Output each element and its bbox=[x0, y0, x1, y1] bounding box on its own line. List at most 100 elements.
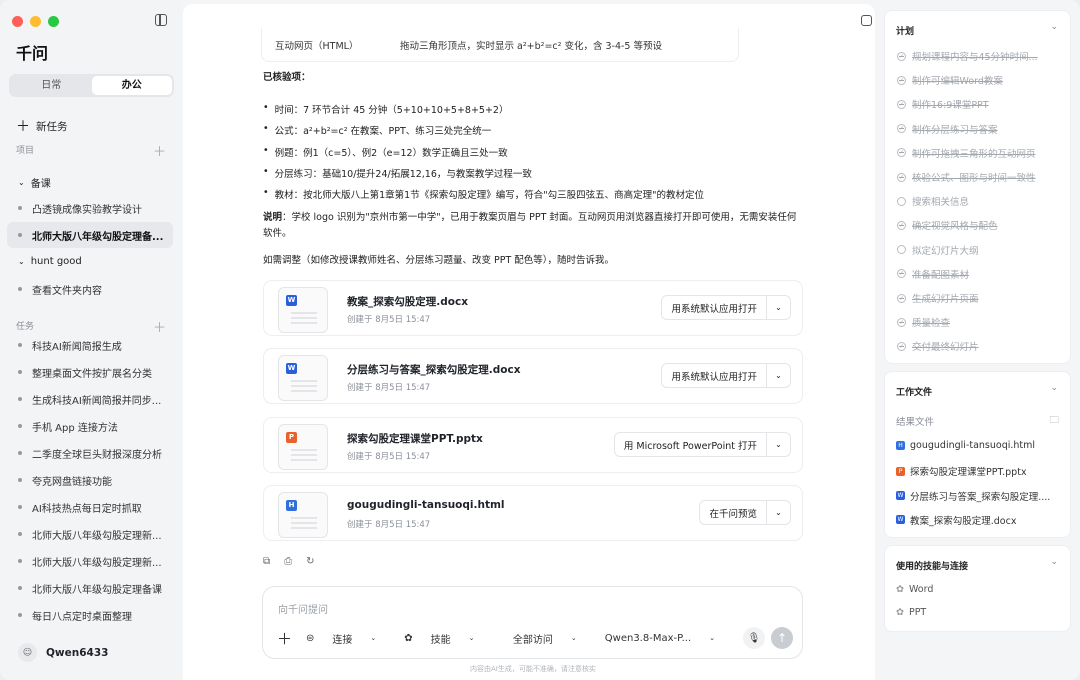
plus-icon: ＋ bbox=[16, 119, 30, 135]
plan-step-label: 拟定幻灯片大纲 bbox=[912, 245, 979, 257]
project-item-active[interactable]: 北师大版八年级勾股定理备... bbox=[7, 222, 173, 248]
result-file-item[interactable]: W 分层练习与答案_探索勾股定理.... bbox=[896, 489, 1050, 503]
file-card[interactable]: W 分层练习与答案_探索勾股定理.docx 创建于 8月5日 15:47 用系统默认应… bbox=[263, 348, 803, 404]
word-file-icon: W bbox=[896, 491, 905, 501]
note-paragraph: 说明：学校 logo 识别为"京州市第一中学"，已用于教案页眉与 PPT 封面。… bbox=[263, 210, 803, 242]
tab-daily[interactable]: 日常 bbox=[11, 76, 92, 95]
task-item[interactable]: 北师大版八年级勾股定理新... bbox=[7, 521, 173, 547]
note-text: ：学校 logo 识别为"京州市第一中学"，已用于教案页眉与 PPT 封面。互动… bbox=[263, 212, 797, 239]
plan-step: ✓ 质量检查 bbox=[897, 315, 950, 329]
open-file-button[interactable]: 在千问预览 ⌄ bbox=[699, 500, 791, 525]
refresh-icon[interactable]: ↻ bbox=[306, 556, 314, 567]
send-button[interactable]: ↑ bbox=[771, 627, 793, 649]
task-item[interactable]: 每日八点定时桌面整理 bbox=[7, 602, 173, 628]
new-task-button[interactable]: ＋ 新任务 bbox=[16, 116, 68, 136]
task-item[interactable]: 生成科技AI新闻简报并同步... bbox=[7, 386, 173, 412]
html-file-icon: H bbox=[286, 500, 297, 511]
result-file-item[interactable]: W 教案_探索勾股定理.docx bbox=[896, 513, 1016, 527]
skill-item: ✿ PPT bbox=[896, 607, 926, 618]
bullet-dot bbox=[18, 451, 22, 455]
item-label: 凸透镜成像实验教学设计 bbox=[32, 204, 142, 216]
chevron-down-icon[interactable]: ⌄ bbox=[1050, 557, 1058, 567]
file-card[interactable]: W 教案_探索勾股定理.docx 创建于 8月5日 15:47 用系统默认应用打开 ⌄ bbox=[263, 280, 803, 336]
empty-circle-icon bbox=[897, 196, 906, 206]
chat-input[interactable]: 向千问提问 bbox=[278, 601, 328, 616]
puzzle-icon: ✿ bbox=[896, 584, 904, 595]
chevron-down-icon[interactable]: ⌄ bbox=[766, 501, 790, 524]
connect-button[interactable]: ⊜ 连接 ⌄ bbox=[306, 631, 390, 646]
skill-label: PPT bbox=[908, 607, 927, 618]
plan-step-label: 质量检查 bbox=[912, 318, 951, 330]
chevron-down-icon[interactable]: ⌄ bbox=[1050, 22, 1058, 32]
bullet-dot: • bbox=[263, 102, 269, 113]
plan-step-label: 制作可拖拽三角形的互动网页 bbox=[912, 148, 1036, 160]
plan-step: ✓ 确定视觉风格与配色 bbox=[897, 218, 998, 232]
user-profile[interactable]: ☺ Qwen6433 bbox=[18, 643, 108, 662]
access-dropdown[interactable]: 全部访问 ⌄ bbox=[513, 631, 591, 646]
open-file-button[interactable]: 用系统默认应用打开 ⌄ bbox=[661, 295, 791, 320]
download-icon[interactable]: ⎙ bbox=[284, 556, 292, 567]
check-circle-icon: ✓ bbox=[897, 293, 906, 303]
task-item[interactable]: 夸克网盘链接功能 bbox=[7, 467, 173, 493]
project-group-hunt[interactable]: ⌄ hunt good bbox=[18, 256, 82, 267]
plan-step: ✓ 制作可编辑Word教案 bbox=[897, 73, 1003, 87]
task-item[interactable]: 手机 App 连接方法 bbox=[7, 413, 173, 439]
app-window: 千问 日常 办公 ＋ 新任务 项目 ＋ ⌄ 备课 凸透镜成像实验教学设计 北师大版八年… bbox=[0, 0, 1080, 680]
task-item[interactable]: 北师大版八年级勾股定理新... bbox=[7, 548, 173, 574]
note-label: 说明 bbox=[263, 212, 283, 223]
open-file-button[interactable]: 用系统默认应用打开 ⌄ bbox=[661, 363, 791, 388]
tasks-label: 任务 bbox=[16, 322, 35, 332]
skill-label: Word bbox=[908, 584, 934, 595]
chevron-down-icon[interactable]: ⌄ bbox=[766, 364, 790, 387]
task-label: 北师大版八年级勾股定理新... bbox=[32, 530, 162, 542]
ppt-file-icon: P bbox=[286, 432, 297, 443]
new-task-label: 新任务 bbox=[36, 120, 68, 133]
file-card[interactable]: Hgougudingli-tansuoqi.html 创建于 8月5日 15:47… bbox=[263, 485, 803, 541]
project-item[interactable]: 查看文件夹内容 bbox=[7, 276, 173, 302]
table-cell: 拖动三角形顶点，实时显示 a²+b²=c² 变化，含 3-4-5 等预设 bbox=[400, 40, 662, 52]
copy-icon[interactable]: ⧉ bbox=[263, 556, 270, 567]
task-item[interactable]: 科技AI新闻简报生成 bbox=[7, 332, 173, 358]
minimize-window-button[interactable] bbox=[30, 16, 41, 27]
task-item[interactable]: 整理桌面文件按扩展名分类 bbox=[7, 359, 173, 385]
bullet-text: 公式：a²+b²=c² 在教案、PPT、练习三处完全统一 bbox=[274, 126, 492, 138]
file-card[interactable]: P 探索勾股定理课堂PPT.pptx 创建于 8月5日 15:47 用 Microso… bbox=[263, 417, 803, 473]
close-window-button[interactable] bbox=[12, 16, 23, 27]
tab-office[interactable]: 办公 bbox=[91, 76, 172, 95]
open-file-button[interactable]: 用 Microsoft PowerPoint 打开 ⌄ bbox=[613, 432, 791, 457]
task-label: 北师大版八年级勾股定理新... bbox=[32, 557, 162, 569]
microphone-icon[interactable]: 🎙 bbox=[743, 627, 765, 649]
sidebar-toggle-icon[interactable] bbox=[155, 14, 167, 26]
chevron-down-icon[interactable]: ⌄ bbox=[1050, 383, 1058, 393]
skills-button[interactable]: ✿ 技能 ⌄ bbox=[404, 631, 488, 646]
project-item[interactable]: 凸透镜成像实验教学设计 bbox=[7, 195, 173, 221]
plan-step-label: 准备配图素材 bbox=[912, 269, 970, 281]
chevron-down-icon[interactable]: ⌄ bbox=[766, 433, 790, 456]
input-toolbar: ＋ ⊜ 连接 ⌄ ✿ 技能 ⌄ 全部访问 ⌄ Qwen3.8-Max-P... ⌄ 🎙 ↑ bbox=[277, 627, 793, 649]
plan-step-label: 制作16:9课堂PPT bbox=[912, 100, 989, 112]
item-label: 查看文件夹内容 bbox=[32, 285, 102, 297]
result-file-item[interactable]: P 探索勾股定理课堂PPT.pptx bbox=[896, 464, 1027, 478]
task-item[interactable]: 北师大版八年级勾股定理备课 bbox=[7, 575, 173, 601]
chevron-down-icon[interactable]: ⌄ bbox=[766, 296, 790, 319]
bullet-dot bbox=[18, 559, 22, 563]
model-dropdown[interactable]: Qwen3.8-Max-P... ⌄ bbox=[605, 633, 729, 644]
task-item[interactable]: 二季度全球巨头财报深度分析 bbox=[7, 440, 173, 466]
zoom-window-button[interactable] bbox=[48, 16, 59, 27]
plan-step-label: 搜索相关信息 bbox=[912, 197, 970, 209]
right-panel-toggle-icon[interactable] bbox=[861, 15, 872, 26]
chevron-down-icon: ⌄ bbox=[468, 634, 475, 642]
project-group-beike[interactable]: ⌄ 备课 bbox=[18, 175, 51, 190]
folder-icon[interactable]: 🗀 bbox=[1049, 413, 1059, 429]
plan-step-label: 制作可编辑Word教案 bbox=[912, 76, 1003, 88]
chat-input-box[interactable]: 向千问提问 ＋ ⊜ 连接 ⌄ ✿ 技能 ⌄ 全部访问 ⌄ Qwen3.8-Max-P...… bbox=[262, 586, 803, 659]
task-item[interactable]: AI科技热点每日定时抓取 bbox=[7, 494, 173, 520]
result-file-item[interactable]: Hgougudingli-tansuoqi.html bbox=[896, 440, 1035, 451]
result-file-name: 教案_探索勾股定理.docx bbox=[910, 515, 1017, 527]
check-circle-icon: ✓ bbox=[897, 269, 906, 279]
attach-plus-icon[interactable]: ＋ bbox=[277, 628, 292, 649]
verified-title: 已核验项： bbox=[263, 72, 311, 83]
result-file-name: 探索勾股定理课堂PPT.pptx bbox=[910, 467, 1027, 479]
verified-bullet: • 例题：例1（c=5）、例2（e=12）数学正确且三处一致 bbox=[263, 145, 508, 159]
add-project-icon[interactable]: ＋ bbox=[153, 141, 166, 160]
